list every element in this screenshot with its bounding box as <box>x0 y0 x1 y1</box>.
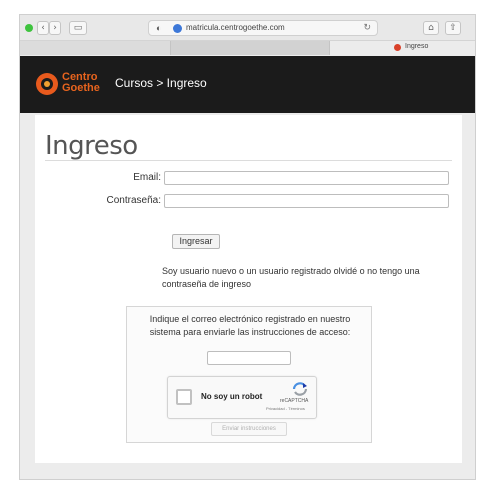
recaptcha-widget: No soy un robot reCAPTCHA Privacidad - T… <box>167 376 317 419</box>
home-icon[interactable]: ⌂ <box>423 21 439 35</box>
reload-icon[interactable]: ↻ <box>363 22 371 33</box>
address-bar[interactable]: ◐ matricula.centrogoethe.com ↻ <box>148 20 378 36</box>
favicon-icon <box>394 44 401 51</box>
globe-icon <box>173 24 182 33</box>
browser-toolbar: ‹ › ▭ ◐ matricula.centrogoethe.com ↻ ⌂ ⇧ <box>20 15 475 41</box>
sidebar-icon[interactable]: ▭ <box>69 21 87 35</box>
recaptcha-icon <box>292 382 308 396</box>
back-icon[interactable]: ‹ <box>37 21 49 35</box>
logo-icon[interactable] <box>36 73 58 95</box>
login-button[interactable]: Ingresar <box>172 234 220 249</box>
tab-ingreso[interactable]: Ingreso <box>330 41 475 55</box>
logo-text[interactable]: Centro Goethe <box>62 72 100 94</box>
browser-window: ‹ › ▭ ◐ matricula.centrogoethe.com ↻ ⌂ ⇧… <box>19 14 476 480</box>
recover-email-field[interactable] <box>207 351 291 365</box>
password-label: Contraseña: <box>106 195 161 206</box>
forward-icon[interactable]: › <box>49 21 61 35</box>
title-divider <box>45 160 452 161</box>
password-field[interactable] <box>164 194 449 208</box>
recaptcha-links[interactable]: Privacidad - Términos <box>266 406 305 411</box>
site-header: Centro Goethe Cursos > Ingreso <box>20 56 475 113</box>
tab-empty[interactable] <box>20 41 170 55</box>
recover-instructions: Indique el correo electrónico registrado… <box>149 314 351 337</box>
url-text[interactable]: matricula.centrogoethe.com <box>186 23 285 32</box>
email-field[interactable] <box>164 171 449 185</box>
tab-label: Ingreso <box>405 43 429 50</box>
email-label: Email: <box>133 172 161 183</box>
shield-icon[interactable]: ◐ <box>156 23 161 33</box>
breadcrumb[interactable]: Cursos > Ingreso <box>115 76 207 90</box>
recaptcha-checkbox[interactable] <box>176 389 192 405</box>
help-link[interactable]: Soy usuario nuevo o un usuario registrad… <box>162 265 432 291</box>
recaptcha-brand: reCAPTCHA <box>280 398 309 404</box>
recover-panel: Indique el correo electrónico registrado… <box>126 306 372 443</box>
tab-bar: Ingreso <box>20 41 475 55</box>
share-icon[interactable]: ⇧ <box>445 21 461 35</box>
login-card: Ingreso Email: Contraseña: Ingresar Soy … <box>35 115 462 463</box>
tab-empty[interactable] <box>170 41 330 55</box>
send-instructions-button[interactable]: Enviar instrucciones <box>211 422 287 436</box>
page-title: Ingreso <box>45 131 138 161</box>
window-close-dot[interactable] <box>25 24 33 32</box>
recaptcha-label: No soy un robot <box>201 392 263 401</box>
logo-line-2: Goethe <box>62 82 100 94</box>
